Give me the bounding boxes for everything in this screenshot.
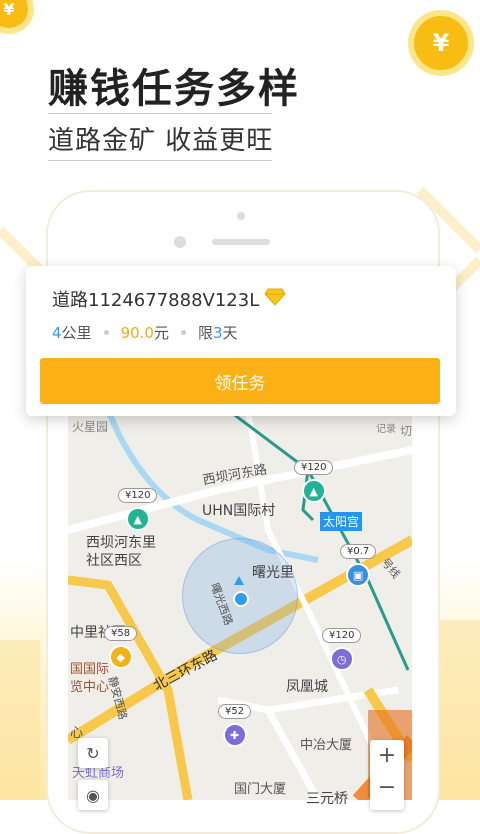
refresh-icon: ↻ — [86, 743, 100, 763]
road-icon: ▲ — [301, 479, 326, 503]
limit-value: 3 — [213, 323, 223, 342]
limit-unit: 天 — [222, 324, 238, 342]
pin-price: ¥0.7 — [340, 544, 377, 559]
coin-icon: ¥ — [414, 16, 468, 70]
task-meta: 4 公里 90.0 元 限 3 天 — [52, 322, 238, 343]
task-pin[interactable]: ¥120 ◷ — [322, 628, 362, 671]
task-pin[interactable]: ¥0.7 ▣ — [340, 544, 377, 587]
map-label: 三元桥 — [306, 791, 348, 807]
diamond-icon: ◆ — [108, 645, 133, 669]
zoom-out-button[interactable]: − — [378, 772, 396, 804]
locate-button[interactable]: ◉ — [78, 780, 108, 810]
task-pin[interactable]: ¥58 ◆ — [104, 626, 138, 669]
map-label: 中冶大厦 — [300, 738, 353, 753]
road-icon: ▲ — [125, 507, 150, 531]
task-pin[interactable]: ¥52 ✚ — [218, 704, 252, 747]
map-label: 西坝河东里 — [86, 535, 156, 551]
reward-value: 90.0 — [120, 323, 154, 342]
distance-value: 4 — [52, 323, 62, 342]
map-label: 切 — [400, 424, 413, 438]
map-label: UHN国际村 — [202, 503, 276, 519]
task-title: 道路1124677888V123L — [52, 290, 260, 311]
claim-task-button[interactable]: 领任务 — [40, 358, 440, 404]
map-label: 记录 — [376, 424, 396, 435]
pin-icon: ✚ — [222, 723, 247, 747]
locate-icon: ◉ — [86, 785, 100, 805]
promo-headline: 赚钱任务多样 — [48, 66, 300, 112]
map-label: 凤凰城 — [286, 679, 328, 695]
divider — [48, 113, 272, 114]
phone-sensor — [174, 236, 186, 248]
map-label: 社区西区 — [86, 553, 142, 569]
promo-subline: 道路金矿 收益更旺 — [48, 126, 274, 156]
diamond-icon — [264, 288, 286, 306]
current-location-icon — [233, 591, 249, 607]
task-pin[interactable]: ¥120 ▲ — [118, 488, 158, 531]
phone-camera — [237, 212, 245, 220]
separator-dot — [103, 330, 109, 335]
heading-arrow-icon — [234, 576, 244, 585]
pin-price: ¥52 — [218, 704, 252, 719]
map-label: 火星园 — [72, 420, 109, 434]
divider — [48, 160, 272, 161]
limit-prefix: 限 — [197, 324, 213, 342]
map-label: 曙光里 — [252, 565, 294, 581]
separator-dot — [180, 330, 186, 335]
zoom-in-button[interactable]: + — [378, 740, 396, 772]
subway-station-label: 太阳宫 — [320, 512, 363, 531]
shop-icon: ▣ — [346, 563, 371, 587]
map-label: 国门大厦 — [234, 782, 287, 797]
clock-icon: ◷ — [329, 647, 354, 671]
task-pin[interactable]: ¥120 ▲ — [294, 460, 334, 503]
pin-price: ¥58 — [104, 626, 138, 641]
reward-unit: 元 — [153, 324, 169, 342]
pin-price: ¥120 — [118, 488, 158, 503]
phone-speaker — [212, 239, 270, 245]
map-label: 览中心 — [70, 680, 110, 695]
task-card[interactable]: 道路1124677888V123L 4 公里 90.0 元 限 3 天 领任务 — [26, 266, 456, 416]
refresh-button[interactable]: ↻ — [78, 738, 108, 768]
pin-price: ¥120 — [294, 460, 334, 475]
pin-price: ¥120 — [322, 628, 362, 643]
distance-unit: 公里 — [61, 324, 92, 342]
